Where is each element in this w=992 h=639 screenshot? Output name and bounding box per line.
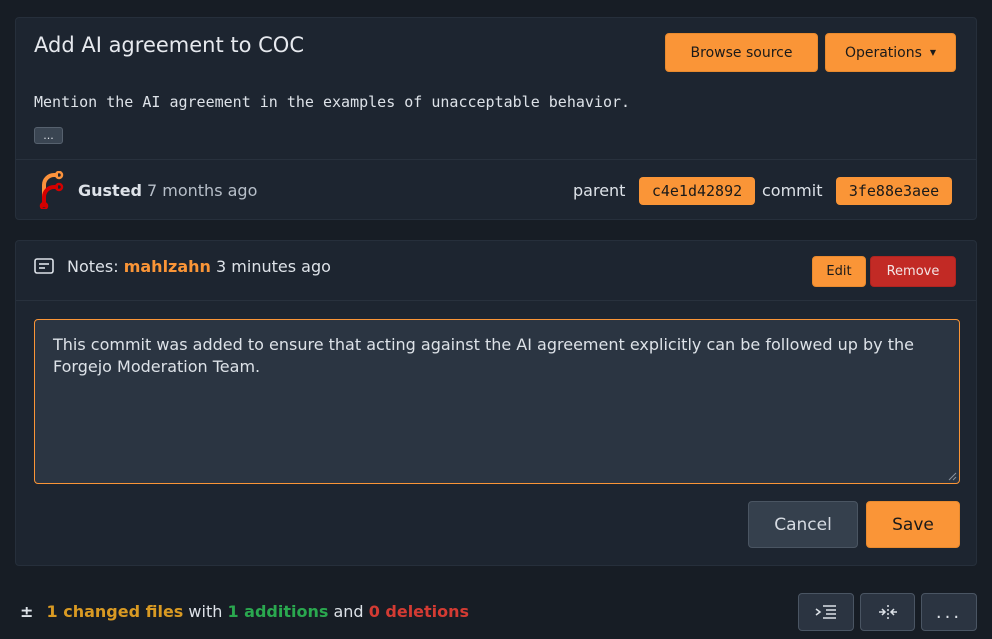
browse-source-button[interactable]: Browse source bbox=[665, 33, 818, 72]
split-view-button[interactable] bbox=[860, 593, 915, 631]
divider bbox=[16, 300, 976, 301]
commit-label: commit bbox=[762, 181, 823, 200]
changed-files-link[interactable]: 1 changed files bbox=[47, 602, 184, 621]
notes-time: 3 minutes ago bbox=[216, 257, 331, 276]
and-text: and bbox=[333, 602, 364, 621]
operations-dropdown-button[interactable]: Operations ▼ bbox=[825, 33, 956, 72]
parent-sha-link[interactable]: c4e1d42892 bbox=[639, 177, 755, 205]
notes-user-link[interactable]: mahlzahn bbox=[124, 257, 211, 276]
commit-header-box: Add AI agreement to COC Browse source Op… bbox=[15, 17, 977, 220]
caret-down-icon: ▼ bbox=[929, 48, 937, 57]
browse-source-label: Browse source bbox=[690, 44, 793, 61]
operations-label: Operations bbox=[844, 44, 922, 61]
forgejo-logo-icon bbox=[39, 171, 64, 209]
save-label: Save bbox=[892, 514, 934, 535]
list-indent-icon bbox=[815, 605, 836, 619]
kebab-horizontal-icon: ... bbox=[935, 601, 963, 623]
cancel-label: Cancel bbox=[774, 514, 832, 535]
note-textarea[interactable]: This commit was added to ensure that act… bbox=[34, 319, 960, 484]
commit-author[interactable]: Gusted bbox=[78, 181, 142, 200]
more-options-button[interactable]: ... bbox=[921, 593, 977, 631]
parent-label: parent bbox=[573, 181, 626, 200]
expand-message-button[interactable]: ... bbox=[34, 127, 63, 144]
commit-time: 7 months ago bbox=[147, 181, 258, 200]
cancel-button[interactable]: Cancel bbox=[748, 501, 858, 548]
divider bbox=[16, 159, 976, 160]
remove-note-button[interactable]: Remove bbox=[870, 256, 956, 287]
commit-sha-link[interactable]: 3fe88e3aee bbox=[836, 177, 952, 205]
with-text: with bbox=[188, 602, 223, 621]
split-view-icon bbox=[878, 605, 897, 619]
notes-box: Notes: mahlzahn 3 minutes ago Edit Remov… bbox=[15, 240, 977, 566]
notes-header: Notes: mahlzahn 3 minutes ago bbox=[67, 257, 331, 276]
deletions-count: 0 deletions bbox=[368, 602, 470, 621]
edit-label: Edit bbox=[826, 264, 852, 279]
note-icon bbox=[34, 258, 54, 274]
plus-minus-icon: ± bbox=[20, 602, 34, 621]
remove-label: Remove bbox=[886, 264, 940, 279]
edit-note-button[interactable]: Edit bbox=[812, 256, 866, 287]
notes-label: Notes: bbox=[67, 257, 119, 276]
note-text: This commit was added to ensure that act… bbox=[53, 335, 914, 376]
additions-count: 1 additions bbox=[227, 602, 329, 621]
resize-grip-icon[interactable] bbox=[947, 471, 957, 481]
commit-title: Add AI agreement to COC bbox=[34, 33, 304, 57]
commit-message: Mention the AI agreement in the examples… bbox=[34, 93, 631, 111]
file-tree-toggle-button[interactable] bbox=[798, 593, 854, 631]
save-button[interactable]: Save bbox=[866, 501, 960, 548]
diff-stats: ± 1 changed files with 1 additions and 0… bbox=[20, 602, 469, 621]
